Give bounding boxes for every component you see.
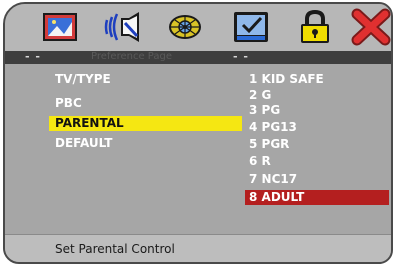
menu-item-pbc[interactable]: PBC [51, 96, 82, 111]
exit-icon[interactable] [351, 8, 391, 46]
rating-option-pg13[interactable]: 4 PG13 [245, 120, 297, 135]
video-setup-icon[interactable] [165, 8, 205, 46]
password-lock-icon[interactable] [295, 8, 335, 46]
status-text: Set Parental Control [55, 242, 175, 256]
rating-option-g[interactable]: 2 G [245, 88, 271, 103]
rating-option-pgr[interactable]: 5 PGR [245, 137, 289, 152]
page-title-bar: - - Preference Page - - [5, 50, 391, 64]
dvd-setup-screen: - - Preference Page - - TV/TYPE PBC PARE… [0, 0, 403, 264]
page-bar-dash-left: - - [25, 50, 41, 63]
menu-item-parental[interactable]: PARENTAL [49, 116, 242, 131]
rating-option-kid-safe[interactable]: 1 KID SAFE [245, 72, 324, 87]
menu-item-tv-type[interactable]: TV/TYPE [51, 72, 111, 87]
menu-item-default[interactable]: DEFAULT [51, 136, 113, 151]
icon-toolbar [5, 4, 391, 51]
setup-panel: - - Preference Page - - TV/TYPE PBC PARE… [3, 2, 393, 264]
page-bar-dash-right: - - [233, 50, 249, 63]
rating-option-pg[interactable]: 3 PG [245, 103, 280, 118]
page-title: Preference Page [91, 51, 172, 62]
rating-option-nc17[interactable]: 7 NC17 [245, 172, 297, 187]
rating-option-adult[interactable]: 8 ADULT [245, 190, 389, 205]
status-bar: Set Parental Control [5, 234, 391, 262]
preference-icon[interactable] [231, 8, 271, 46]
audio-setup-icon[interactable] [103, 8, 143, 46]
preference-menu: TV/TYPE PBC PARENTAL DEFAULT 1 KID SAFE … [5, 64, 391, 234]
language-setup-icon[interactable] [40, 8, 80, 46]
rating-option-r[interactable]: 6 R [245, 154, 271, 169]
